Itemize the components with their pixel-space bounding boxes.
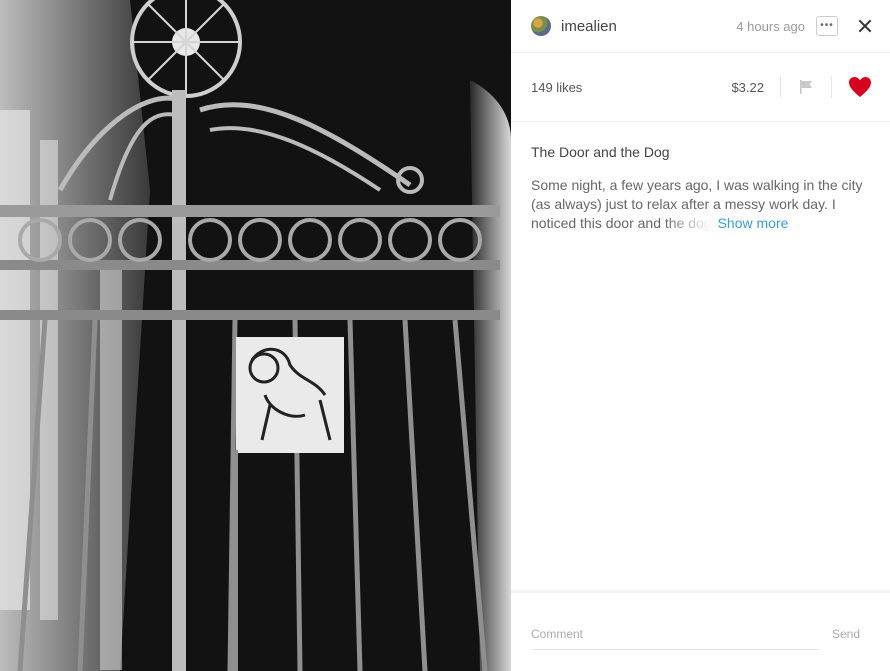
show-more-link[interactable]: Show more [718, 215, 789, 231]
likes-count[interactable]: 149 likes [531, 80, 582, 95]
post-description: Some night, a few years ago, I was walki… [531, 176, 870, 233]
post-detail-panel: imealien 4 hours ago ••• 149 likes $3.22… [511, 0, 890, 671]
post-title: The Door and the Dog [531, 144, 670, 160]
post-stats: 149 likes $3.22 [511, 53, 890, 122]
username[interactable]: imealien [561, 18, 617, 35]
divider [831, 76, 832, 98]
post-content: The Door and the Dog Some night, a few y… [511, 122, 890, 233]
heart-icon[interactable] [848, 76, 872, 98]
post-header: imealien 4 hours ago ••• [511, 0, 890, 53]
post-time: 4 hours ago [736, 18, 805, 34]
post-payout: $3.22 [731, 79, 764, 95]
flag-icon[interactable] [797, 78, 815, 96]
send-button[interactable]: Send [832, 627, 860, 641]
divider [780, 76, 781, 98]
post-photo [0, 0, 511, 671]
photo-dog-gate [0, 0, 511, 671]
comment-footer: Send [511, 590, 890, 671]
avatar[interactable] [531, 16, 551, 36]
post-description-faded: the dog [664, 215, 712, 231]
close-icon[interactable] [858, 19, 872, 33]
more-dots-icon[interactable]: ••• [816, 16, 838, 36]
comment-input[interactable] [531, 623, 820, 650]
